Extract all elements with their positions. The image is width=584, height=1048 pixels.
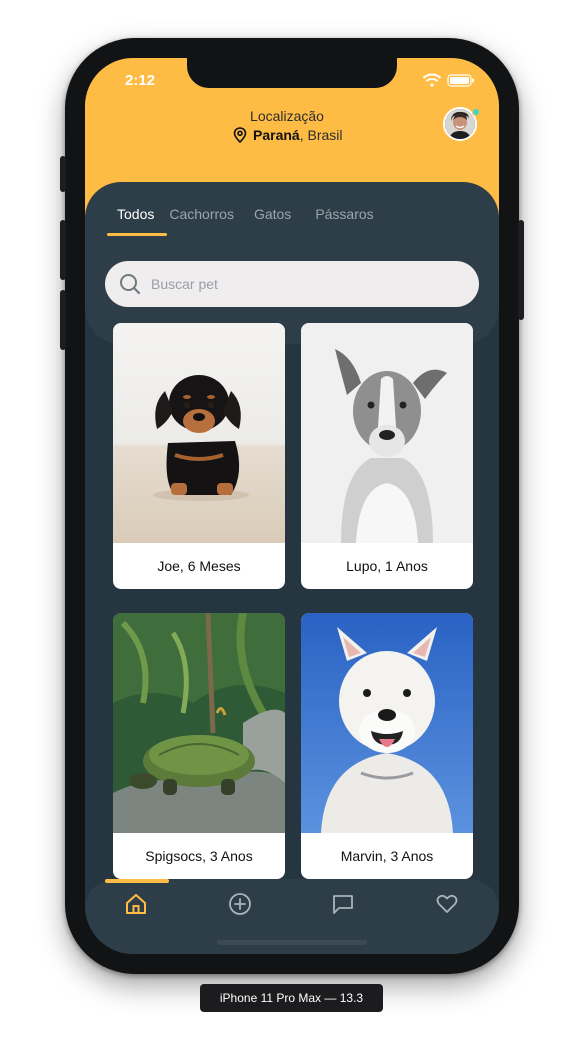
nav-add-pet[interactable] [226,890,254,918]
pet-name: Lupo, 1 Anos [346,558,428,574]
wifi-battery-icon [422,73,474,87]
volume-up-button [60,220,66,280]
home-indicator [217,940,367,945]
location-label: Localização [250,108,324,124]
pet-card[interactable]: Spigsocs, 3 Anos [113,613,285,879]
chat-icon [333,895,353,914]
add-circle-icon [229,893,251,915]
search-input[interactable] [149,275,453,293]
nav-home[interactable] [122,890,150,918]
location-pin-icon [233,127,247,143]
tab-todos[interactable]: Todos [117,206,154,222]
location-state: Paraná [253,127,300,143]
home-icon [126,894,146,914]
active-tab-indicator [107,233,167,236]
simulator-label: iPhone 11 Pro Max — 13.3 [200,984,383,1012]
tab-passaros[interactable]: Pássaros [315,206,373,222]
location-selector[interactable]: Paraná, Brasil [233,125,343,145]
online-status-dot [472,108,480,116]
mute-switch [60,156,66,192]
power-button [518,220,524,320]
status-icons [421,72,477,87]
pet-photo [301,613,473,833]
pet-card[interactable]: Marvin, 3 Anos [301,613,473,879]
pet-name: Joe, 6 Meses [157,558,241,574]
tab-gatos[interactable]: Gatos [254,206,291,222]
app-screen: 2:12 Localização Paraná, Brasil Todos Ca… [85,58,499,954]
pet-photo [113,323,285,543]
notch [187,58,397,88]
volume-down-button [60,290,66,350]
heart-icon [436,894,458,913]
nav-favorites[interactable] [433,890,461,918]
avatar-image [445,109,475,139]
search-bar[interactable] [105,261,479,307]
nav-messages[interactable] [329,890,357,918]
search-icon [120,274,141,295]
tab-cachorros[interactable]: Cachorros [169,206,234,222]
pet-photo [113,613,285,833]
pet-photo [301,323,473,543]
pet-name: Spigsocs, 3 Anos [145,848,253,864]
pet-card[interactable]: Lupo, 1 Anos [301,323,473,589]
pet-card[interactable]: Joe, 6 Meses [113,323,285,589]
status-time: 2:12 [125,72,156,89]
pet-name: Marvin, 3 Anos [340,848,434,864]
active-nav-indicator [105,879,169,883]
location-country: , Brasil [299,127,343,143]
category-tabs: Todos Cachorros Gatos Pássaros [117,206,374,222]
